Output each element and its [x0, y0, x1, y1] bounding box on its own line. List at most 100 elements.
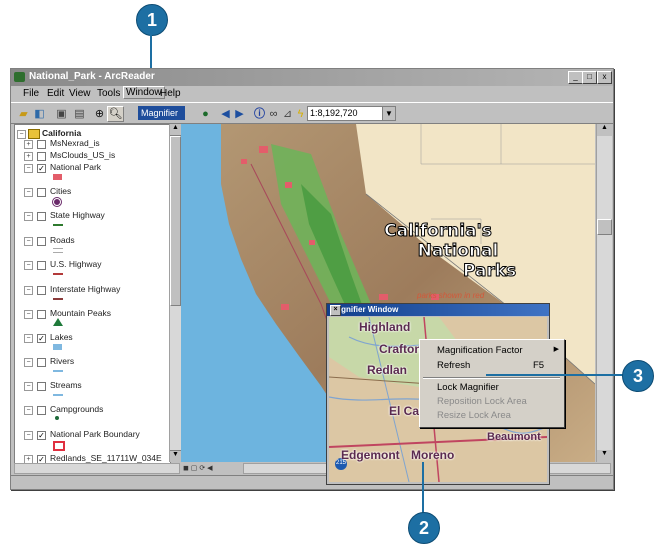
- place-label-beaumont: Beaumont: [487, 431, 541, 443]
- layer-visibility-checkbox[interactable]: ✓: [37, 164, 46, 173]
- zoom-in-icon[interactable]: ⊕: [91, 106, 108, 122]
- layer-symbol-icon: [53, 174, 62, 180]
- park-marker: [285, 182, 292, 188]
- title-bar: National_Park - ArcReader _ □ x: [11, 69, 613, 86]
- scroll-down-icon[interactable]: ▼: [597, 450, 612, 462]
- map-title: California's National Parks: [373, 221, 517, 282]
- layer-visibility-checkbox[interactable]: [37, 382, 46, 391]
- scale-combobox[interactable]: 1:8,192,720 ▼: [307, 106, 396, 121]
- layer-symbol-icon: [53, 344, 62, 350]
- layer-name: U.S. Highway: [50, 259, 102, 269]
- expand-icon[interactable]: −: [24, 286, 33, 295]
- menu-help[interactable]: Help: [160, 88, 181, 99]
- layer-name: Interstate Highway: [50, 284, 121, 294]
- scroll-up-icon[interactable]: ▲: [170, 124, 181, 136]
- chevron-down-icon[interactable]: ▼: [382, 107, 395, 120]
- layer-symbol-icon: [53, 198, 61, 206]
- layer-name: Streams: [50, 380, 82, 390]
- expand-icon[interactable]: −: [24, 237, 33, 246]
- layer-visibility-checkbox[interactable]: [37, 286, 46, 295]
- place-label-edgemont: Edgemont: [341, 448, 400, 462]
- layer-visibility-checkbox[interactable]: [37, 152, 46, 161]
- scroll-thumb[interactable]: [170, 136, 181, 306]
- expand-icon[interactable]: −: [24, 382, 33, 391]
- map-title-line-2: National: [417, 241, 499, 262]
- expand-icon[interactable]: −: [24, 358, 33, 367]
- expand-icon[interactable]: +: [24, 152, 33, 161]
- layer-visibility-checkbox[interactable]: [37, 140, 46, 149]
- magnifier-close-button[interactable]: ×: [330, 305, 341, 316]
- map-vertical-scrollbar[interactable]: ▲ ▼: [596, 124, 612, 462]
- layer-symbol-icon: [53, 273, 63, 275]
- expand-icon[interactable]: −: [24, 164, 33, 173]
- expand-icon[interactable]: −: [24, 261, 33, 270]
- menu-item-resize-lock-area: Resize Lock Area: [437, 410, 511, 421]
- place-label-moreno: Moreno: [411, 448, 455, 462]
- close-button[interactable]: x: [597, 71, 612, 84]
- table-of-contents: − California + MsNexrad_is + MsClouds_US_is…: [14, 124, 171, 464]
- print-icon[interactable]: ▣: [53, 106, 70, 122]
- menu-item-lock-magnifier[interactable]: Lock Magnifier: [437, 382, 499, 393]
- menu-view[interactable]: View: [69, 88, 91, 99]
- scroll-up-icon[interactable]: ▲: [597, 124, 612, 136]
- expand-icon[interactable]: −: [24, 431, 33, 440]
- layer-visibility-checkbox[interactable]: [37, 406, 46, 415]
- layer-symbol-icon: [53, 224, 63, 226]
- magnifier-title-bar: Magnifier Window ×: [327, 304, 549, 316]
- layer-visibility-checkbox[interactable]: [37, 237, 46, 246]
- map-title-line-3: Parks: [463, 261, 517, 282]
- layer-symbol-icon: [53, 394, 63, 396]
- layer-name: Lakes: [50, 332, 73, 342]
- layer-visibility-checkbox[interactable]: [37, 212, 46, 221]
- menu-file[interactable]: File: [23, 88, 39, 99]
- layer-visibility-checkbox[interactable]: ✓: [37, 431, 46, 440]
- menu-tools[interactable]: Tools: [97, 88, 120, 99]
- callout-3-leader: [486, 374, 624, 376]
- scroll-down-icon[interactable]: ▼: [170, 450, 181, 462]
- expand-icon[interactable]: −: [24, 310, 33, 319]
- collapse-icon[interactable]: −: [17, 130, 26, 139]
- expand-icon[interactable]: −: [24, 334, 33, 343]
- page-layout-icon[interactable]: ▤: [71, 106, 88, 122]
- menu-edit[interactable]: Edit: [47, 88, 64, 99]
- minimize-button[interactable]: _: [568, 71, 583, 84]
- expand-icon[interactable]: −: [24, 212, 33, 221]
- layer-name: National Park: [50, 162, 102, 172]
- layer-name: Campgrounds: [50, 404, 104, 414]
- page-navigation-icons[interactable]: ◼ ▢ ⟳ ◀: [183, 463, 243, 474]
- map-subtitle: parks shown in red: [417, 291, 485, 300]
- submenu-arrow-icon: ▶: [553, 346, 559, 353]
- layer-visibility-checkbox[interactable]: [37, 188, 46, 197]
- layer-visibility-checkbox[interactable]: [37, 261, 46, 270]
- data-frame-icon: [28, 129, 40, 139]
- forward-arrow-icon[interactable]: ▶: [231, 106, 248, 122]
- layer-visibility-checkbox[interactable]: [37, 358, 46, 367]
- layer-name: Rivers: [50, 356, 75, 366]
- menu-item-magnification-factor[interactable]: Magnification Factor ▶: [437, 345, 559, 356]
- expand-icon[interactable]: +: [24, 140, 33, 149]
- expand-icon[interactable]: −: [24, 406, 33, 415]
- park-marker: [241, 159, 247, 164]
- toc-scrollbar[interactable]: ▲ ▼: [169, 124, 181, 462]
- place-label-crafton: Crafton: [379, 342, 422, 356]
- layer-visibility-checkbox[interactable]: ✓: [37, 334, 46, 343]
- preview-icon[interactable]: ◧: [31, 106, 48, 122]
- expand-icon[interactable]: −: [24, 188, 33, 197]
- maximize-button[interactable]: □: [582, 71, 597, 84]
- layer-symbol-icon: [53, 298, 63, 300]
- globe-icon[interactable]: ●: [197, 106, 214, 122]
- menu-window[interactable]: Window: [123, 86, 165, 99]
- menu-bar: File Edit View Tools Window Help: [11, 86, 613, 101]
- layer-visibility-checkbox[interactable]: [37, 310, 46, 319]
- magnifier-icon[interactable]: 🔍︎: [107, 106, 124, 122]
- toc-hscroll[interactable]: [14, 463, 180, 474]
- highway-shield-icon: 215: [335, 460, 346, 466]
- place-label-redlands: Redlan: [367, 363, 408, 377]
- menu-item-refresh[interactable]: Refresh F5: [437, 360, 559, 371]
- scroll-thumb[interactable]: [597, 219, 612, 235]
- park-marker: [281, 304, 289, 310]
- layer-symbol-icon: [53, 370, 63, 372]
- layer-name: Mountain Peaks: [50, 308, 111, 318]
- toc-root-label: California: [42, 128, 82, 138]
- open-icon[interactable]: ▰: [15, 106, 32, 122]
